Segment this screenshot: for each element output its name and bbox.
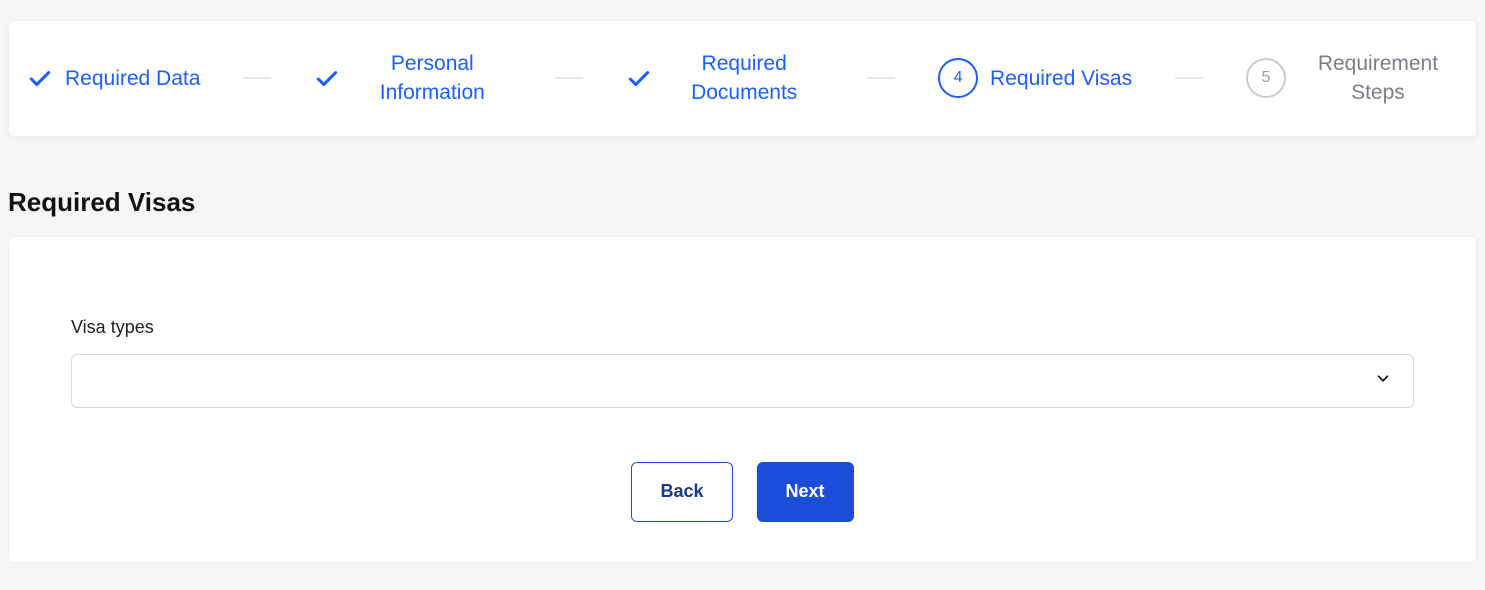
- check-icon: [626, 65, 652, 91]
- step-label: Requirement Steps: [1298, 49, 1458, 108]
- step-label: Personal Information: [352, 49, 512, 108]
- next-button[interactable]: Next: [757, 462, 854, 522]
- step-connector: [555, 77, 583, 79]
- step-connector: [1175, 77, 1203, 79]
- step-connector: [867, 77, 895, 79]
- stepper: Required Data Personal Information Requi…: [8, 20, 1477, 137]
- check-icon: [314, 65, 340, 91]
- step-label: Required Data: [65, 64, 200, 93]
- back-button[interactable]: Back: [631, 462, 732, 522]
- form-card: Visa types Back Next: [8, 236, 1477, 563]
- step-requirement-steps[interactable]: 5 Requirement Steps: [1246, 49, 1458, 108]
- step-number-icon: 5: [1246, 58, 1286, 98]
- step-connector: [243, 77, 271, 79]
- step-label: Required Documents: [664, 49, 824, 108]
- visa-types-select-wrap: [71, 354, 1414, 408]
- step-required-data[interactable]: Required Data: [27, 64, 200, 93]
- step-required-visas[interactable]: 4 Required Visas: [938, 58, 1132, 98]
- section-title: Required Visas: [8, 187, 1485, 218]
- visa-types-label: Visa types: [71, 317, 1414, 338]
- step-number-icon: 4: [938, 58, 978, 98]
- visa-types-select[interactable]: [71, 354, 1414, 408]
- form-actions: Back Next: [71, 462, 1414, 522]
- step-personal-information[interactable]: Personal Information: [314, 49, 512, 108]
- step-label: Required Visas: [990, 64, 1132, 93]
- check-icon: [27, 65, 53, 91]
- step-required-documents[interactable]: Required Documents: [626, 49, 824, 108]
